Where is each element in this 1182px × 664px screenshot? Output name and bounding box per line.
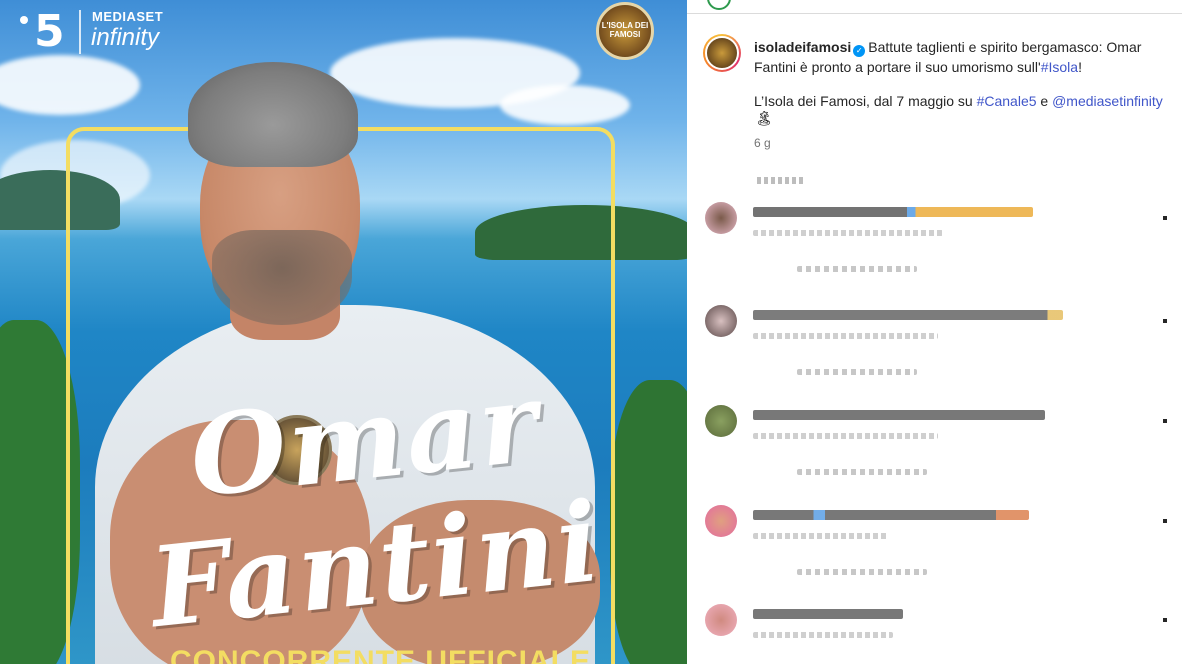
commenter-avatar[interactable] [705, 405, 737, 437]
palm-trees-right [610, 380, 687, 664]
isola-dei-famosi-logo: L'ISOLA DEI FAMOSI [596, 2, 654, 60]
blurred-label [757, 177, 803, 184]
comment-meta-blurred [753, 533, 888, 539]
comment-item [687, 200, 1182, 290]
comment-meta-blurred [753, 433, 938, 439]
mention-mediasetinfinity[interactable]: @mediasetinfinity [1052, 93, 1163, 109]
post-image[interactable]: Omar Fantini CONCORRENTE UFFICIALE 5 MED… [0, 0, 687, 664]
view-replies-blurred[interactable] [797, 266, 917, 272]
comment-item [687, 602, 1182, 664]
isola-logo-text: L'ISOLA DEI FAMOSI [601, 21, 649, 39]
header-avatar[interactable] [707, 0, 731, 10]
comment-text-blurred [753, 310, 1063, 320]
commenter-avatar[interactable] [705, 202, 737, 234]
avatar-image [705, 36, 739, 70]
view-replies-blurred[interactable] [797, 469, 927, 475]
mediaset-label: MEDIASET [92, 9, 164, 24]
comment-meta-blurred [753, 230, 943, 236]
channel-logo-dot [20, 16, 28, 24]
more-options-icon[interactable] [1163, 618, 1167, 622]
post-caption: isoladeifamosi ✓ Battute taglienti e spiri… [754, 38, 1164, 77]
more-options-icon[interactable] [1163, 216, 1167, 220]
person-beard [212, 230, 352, 325]
view-replies-blurred[interactable] [797, 369, 917, 375]
comment-item [687, 303, 1182, 393]
caption-text-end: ! [1078, 58, 1082, 75]
hashtag-isola[interactable]: #Isola [1041, 59, 1078, 75]
view-replies-blurred[interactable] [797, 569, 927, 575]
post-time[interactable]: 6 g [754, 136, 771, 150]
caption-avatar[interactable] [703, 34, 741, 72]
comment-meta-blurred [753, 632, 893, 638]
island-emoji: 🏝 [755, 110, 773, 126]
comments-panel: isoladeifamosi ✓ Battute taglienti e spiri… [687, 0, 1182, 664]
caption-username[interactable]: isoladeifamosi [754, 39, 851, 55]
comment-text-blurred [753, 510, 1029, 520]
caption-line-2: L’Isola dei Famosi, dal 7 maggio su #Can… [754, 93, 1163, 109]
comment-item [687, 403, 1182, 493]
cloud [0, 55, 140, 115]
cloud [500, 85, 630, 125]
comment-item [687, 503, 1182, 593]
divider [687, 13, 1182, 14]
commenter-avatar[interactable] [705, 604, 737, 636]
infinity-label: infinity [91, 24, 160, 51]
more-options-icon[interactable] [1163, 319, 1167, 323]
more-options-icon[interactable] [1163, 419, 1167, 423]
more-options-icon[interactable] [1163, 519, 1167, 523]
canale5-logo: 5 [34, 6, 65, 57]
caption-line2-prefix: L’Isola dei Famosi, dal 7 maggio su [754, 93, 977, 109]
verified-badge-icon: ✓ [853, 45, 866, 57]
hashtag-canale5[interactable]: #Canale5 [977, 93, 1037, 109]
comment-text-blurred [753, 207, 1033, 217]
caption-line2-mid: e [1036, 93, 1053, 109]
comment-text-blurred [753, 410, 1045, 420]
commenter-avatar[interactable] [705, 505, 737, 537]
comment-text-blurred [753, 609, 903, 619]
commenter-avatar[interactable] [705, 305, 737, 337]
logo-divider [79, 10, 81, 54]
official-contestant-banner: CONCORRENTE UFFICIALE [170, 645, 591, 664]
comment-meta-blurred [753, 333, 938, 339]
person-hair [188, 62, 358, 167]
